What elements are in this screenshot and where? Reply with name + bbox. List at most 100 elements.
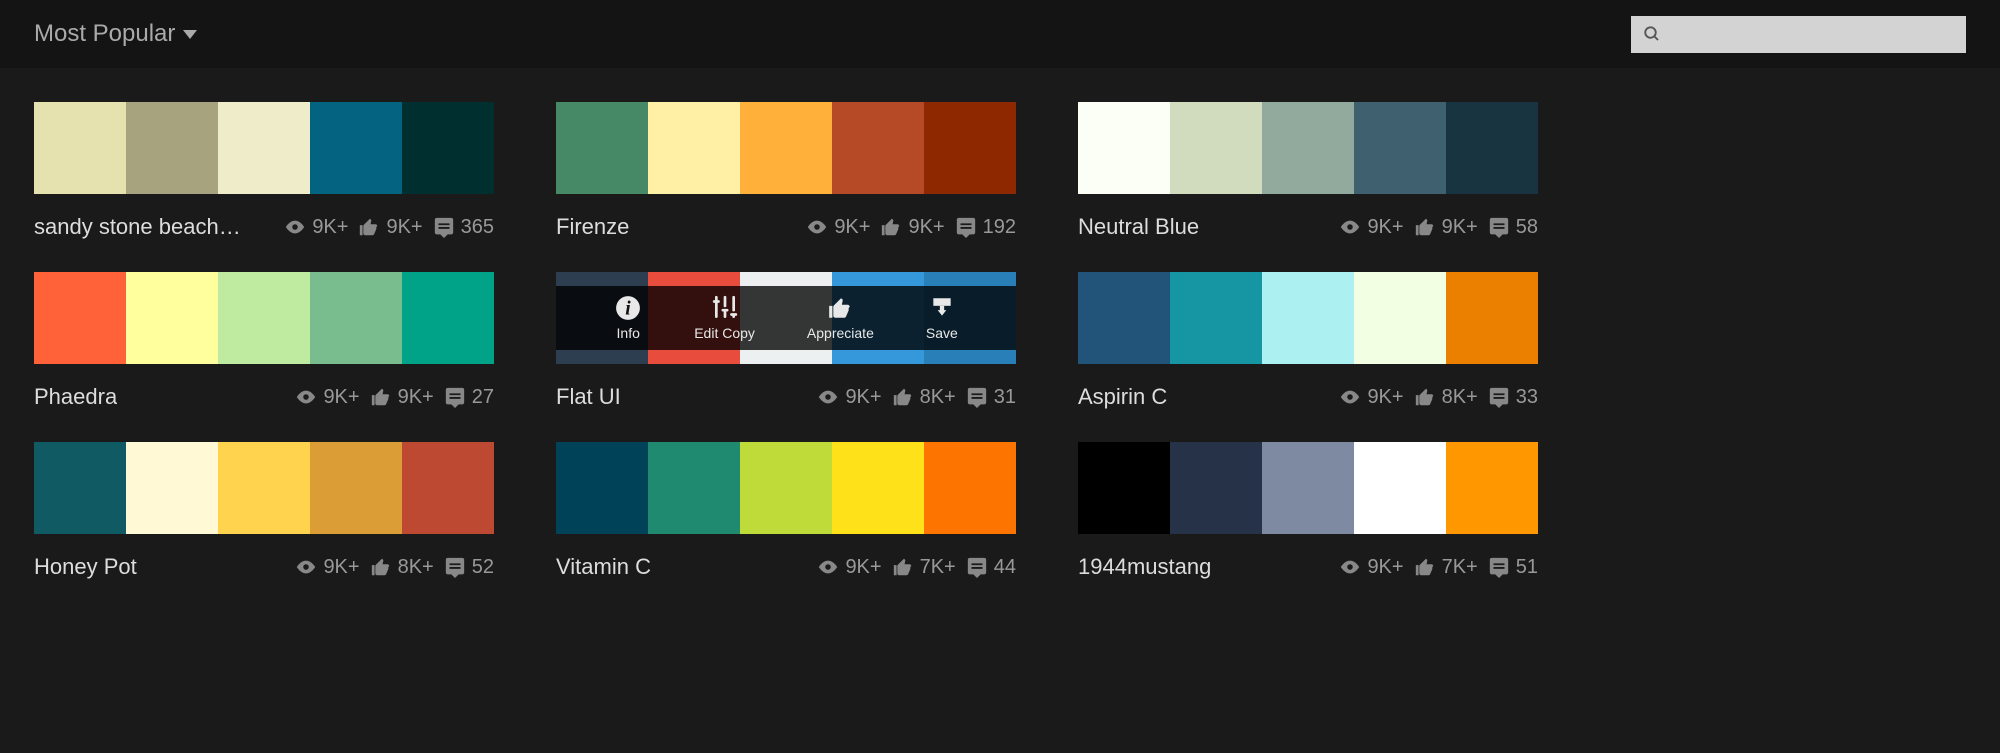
palette-name[interactable]: Neutral Blue [1078,214,1199,240]
color-swatch[interactable] [924,102,1016,194]
color-swatch[interactable] [34,272,126,364]
color-swatch[interactable] [218,272,310,364]
color-swatch[interactable] [740,442,832,534]
search-box[interactable] [1631,16,1966,53]
views-stat: 9K+ [295,386,359,409]
color-swatch[interactable] [1354,102,1446,194]
likes-stat: 8K+ [1414,386,1478,409]
color-swatch[interactable] [218,102,310,194]
palette-meta: Vitamin C 9K+ 7K+ 44 [556,552,1016,582]
color-swatch[interactable] [740,102,832,194]
thumbs-up-icon [358,216,380,238]
color-swatch[interactable] [1446,102,1538,194]
likes-count: 9K+ [1442,216,1478,239]
color-swatch[interactable] [402,272,494,364]
appreciate-button[interactable]: Appreciate [807,295,874,341]
color-swatch[interactable] [310,102,402,194]
likes-count: 9K+ [398,386,434,409]
views-stat: 9K+ [295,556,359,579]
palette-name[interactable]: Honey Pot [34,554,137,580]
color-swatch[interactable] [924,442,1016,534]
thumbs-up-icon [1414,556,1436,578]
color-swatch[interactable] [34,102,126,194]
palette-card: Aspirin C 9K+ 8K+ 33 [1078,272,1538,412]
color-swatch[interactable] [1354,272,1446,364]
color-swatch[interactable] [34,442,126,534]
thumbs-up-icon [892,386,914,408]
color-swatch[interactable] [1170,442,1262,534]
palette-stats: 9K+ 7K+ 51 [1339,556,1538,579]
color-swatch[interactable] [832,102,924,194]
thumbs-up-icon [880,216,902,238]
sort-dropdown[interactable]: Most Popular [34,20,197,48]
color-swatch[interactable] [1354,442,1446,534]
color-swatch[interactable] [1446,442,1538,534]
color-swatch[interactable] [402,102,494,194]
color-swatch[interactable] [126,272,218,364]
color-swatch[interactable] [648,102,740,194]
search-input[interactable] [1669,25,1954,43]
palette-swatches[interactable] [1078,272,1538,364]
palette-meta: Neutral Blue 9K+ 9K+ 58 [1078,212,1538,242]
views-stat: 9K+ [284,216,348,239]
color-swatch[interactable] [402,442,494,534]
color-swatch[interactable] [310,442,402,534]
color-swatch[interactable] [1170,102,1262,194]
eye-icon [817,556,839,578]
color-swatch[interactable] [126,102,218,194]
palette-swatches[interactable] [34,272,494,364]
palette-swatches[interactable]: Info Edit Copy Appreciate Save [556,272,1016,364]
thumbs-up-icon [826,295,854,321]
palette-name[interactable]: 1944mustang [1078,554,1211,580]
color-swatch[interactable] [1446,272,1538,364]
palette-name[interactable]: Aspirin C [1078,384,1167,410]
color-swatch[interactable] [556,102,648,194]
color-swatch[interactable] [310,272,402,364]
palette-swatches[interactable] [34,442,494,534]
thumbs-up-icon [1414,386,1436,408]
color-swatch[interactable] [218,442,310,534]
thumbs-up-icon [1414,216,1436,238]
palette-swatches[interactable] [1078,102,1538,194]
palette-meta: Aspirin C 9K+ 8K+ 33 [1078,382,1538,412]
color-swatch[interactable] [1170,272,1262,364]
palette-name[interactable]: Firenze [556,214,629,240]
eye-icon [295,556,317,578]
color-swatch[interactable] [1262,272,1354,364]
color-swatch[interactable] [1078,102,1170,194]
palette-card: Neutral Blue 9K+ 9K+ 58 [1078,102,1538,242]
chevron-down-icon [183,30,197,39]
palette-swatches[interactable] [556,102,1016,194]
color-swatch[interactable] [1262,442,1354,534]
save-button[interactable]: Save [926,295,958,341]
palette-meta: 1944mustang 9K+ 7K+ 51 [1078,552,1538,582]
palette-swatches[interactable] [1078,442,1538,534]
palette-swatches[interactable] [556,442,1016,534]
eye-icon [1339,556,1361,578]
palette-name[interactable]: Vitamin C [556,554,651,580]
palette-card: Info Edit Copy Appreciate Save Flat UI 9… [556,272,1016,412]
views-count: 9K+ [312,216,348,239]
color-swatch[interactable] [1078,442,1170,534]
comments-stat: 51 [1488,556,1538,579]
color-swatch[interactable] [648,442,740,534]
edit-copy-button[interactable]: Edit Copy [694,295,755,341]
palette-name[interactable]: Flat UI [556,384,621,410]
palette-card: Vitamin C 9K+ 7K+ 44 [556,442,1016,582]
eye-icon [1339,216,1361,238]
info-button[interactable]: Info [614,295,642,341]
color-swatch[interactable] [556,442,648,534]
palette-meta: Firenze 9K+ 9K+ 192 [556,212,1016,242]
color-swatch[interactable] [1078,272,1170,364]
color-swatch[interactable] [126,442,218,534]
palette-swatches[interactable] [34,102,494,194]
palette-stats: 9K+ 9K+ 192 [806,216,1016,239]
color-swatch[interactable] [832,442,924,534]
palette-card: Honey Pot 9K+ 8K+ 52 [34,442,494,582]
likes-count: 8K+ [1442,386,1478,409]
palette-card: 1944mustang 9K+ 7K+ 51 [1078,442,1538,582]
palette-name[interactable]: Phaedra [34,384,117,410]
color-swatch[interactable] [1262,102,1354,194]
palette-name[interactable]: sandy stone beach ocean ... [34,214,244,240]
thumbs-up-icon [370,556,392,578]
